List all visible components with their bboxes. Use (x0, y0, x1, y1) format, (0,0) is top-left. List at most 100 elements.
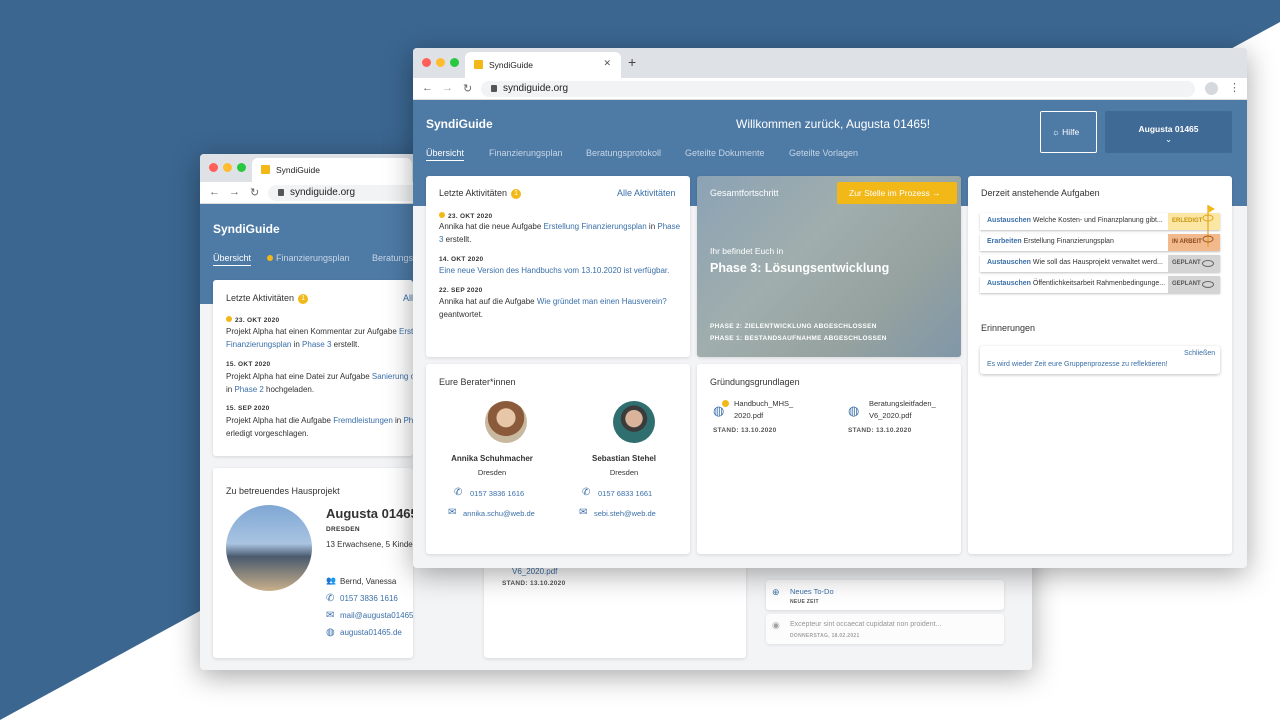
minimize-window-icon[interactable] (436, 58, 445, 67)
activity-link[interactable]: Wie gründet man einen Hausverein? (537, 297, 667, 306)
advisor-phone[interactable]: 0157 6833 1661 (598, 489, 652, 498)
nav-tab-documents[interactable]: Geteilte Dokumente (685, 148, 765, 158)
nav-tab-templates[interactable]: Geteilte Vorlagen (789, 148, 858, 158)
phone-icon: ✆ (582, 487, 591, 498)
mail-icon: ✉ (579, 507, 588, 518)
brand-logo[interactable]: SyndiGuide (213, 222, 280, 236)
card-title: Letzte Aktivitäten 1 (439, 188, 522, 199)
minimize-window-icon[interactable] (223, 163, 232, 172)
maximize-window-icon[interactable] (450, 58, 459, 67)
unread-dot-icon (226, 316, 232, 322)
all-activities-link[interactable]: All (403, 293, 413, 303)
phone-icon: ✆ (454, 487, 463, 498)
back-arrow-icon[interactable]: ← (209, 186, 220, 198)
activity-link[interactable]: Fremdleistungen (333, 416, 393, 425)
add-icon: ⊕ (772, 587, 780, 597)
nav-tab-overview[interactable]: Übersicht (213, 253, 252, 266)
task-item[interactable]: Austauschen Öffentlichkeitsarbeit Rahmen… (980, 276, 1220, 293)
activity-link[interactable]: Erstellung Finanzierungsplan (544, 222, 647, 231)
browser-tab[interactable]: SyndiGuide ✕ (465, 52, 621, 78)
task-text: Welche Kosten- und Finanzplanung gibt... (1030, 217, 1163, 224)
activity-text: Annika hat die neue Aufgabe Erstellung F… (439, 222, 681, 244)
count-badge: 1 (298, 293, 309, 304)
document-link[interactable]: Handbuch_MHS_ 2020.pdf (734, 398, 793, 422)
activity-link[interactable]: Sanierung o (372, 372, 413, 381)
project-website[interactable]: augusta01465.de (340, 628, 402, 637)
document-link[interactable]: V6_2020.pdf (512, 567, 557, 576)
reload-icon[interactable]: ↻ (250, 186, 259, 199)
task-item[interactable]: Austauschen Wie soll das Hausprojekt ver… (980, 255, 1220, 272)
activity-text: Projekt Alpha hat einen Kommentar zur Au… (226, 325, 413, 351)
advisor-email[interactable]: annika.schu@web.de (463, 509, 535, 518)
go-to-process-button[interactable]: Zur Stelle im Prozess → (837, 182, 957, 204)
globe-icon: ◍ (848, 403, 860, 418)
url-text: syndiguide.org (290, 187, 356, 198)
progress-subtitle: Ihr befindet Euch in (710, 246, 784, 256)
nav-tab-protocol[interactable]: Beratungs (372, 253, 413, 263)
task-verb: Erarbeiten (987, 238, 1022, 245)
new-tab-icon[interactable]: + (628, 54, 636, 70)
activity-link[interactable]: Pha (403, 416, 413, 425)
reminder-item: Schließen Es wird wieder Zeit eure Grupp… (980, 346, 1220, 374)
advisor-email[interactable]: sebi.steh@web.de (594, 509, 656, 518)
address-bar: ← → ↻ syndiguide.org ⋮ (413, 78, 1247, 100)
tab-title: SyndiGuide (276, 165, 320, 175)
brand-logo[interactable]: SyndiGuide (426, 117, 493, 131)
forward-arrow-icon[interactable]: → (442, 82, 453, 94)
tasks-card: Derzeit anstehende Aufgaben Austauschen … (968, 176, 1232, 554)
activity-link[interactable]: Phase 2 (234, 385, 263, 394)
url-field[interactable]: syndiguide.org (481, 81, 1195, 97)
nav-tab-finance[interactable]: Finanzierungsplan (267, 253, 350, 263)
note-icon: ◉ (772, 620, 780, 630)
unread-dot-icon (439, 212, 445, 218)
activity-text: Projekt Alpha hat die Aufgabe Fremdleist… (226, 414, 413, 440)
task-text: Öffentlichkeitsarbeit Rahmenbedingunge..… (1030, 280, 1166, 287)
favicon-icon (261, 165, 270, 174)
project-email[interactable]: mail@augusta01465.de (340, 611, 413, 620)
nav-tab-protocol[interactable]: Beratungsprotokoll (586, 148, 661, 158)
task-verb: Austauschen (987, 259, 1031, 266)
advisor-name: Annika Schuhmacher (451, 454, 533, 463)
document-link[interactable]: Beratungsleitfaden_ V6_2020.pdf (869, 398, 936, 422)
advisor-phone[interactable]: 0157 3836 1616 (470, 489, 524, 498)
close-tab-icon[interactable]: ✕ (603, 58, 611, 69)
advisors-card: Eure Berater*innen Annika Schuhmacher Dr… (426, 364, 690, 554)
activity-link[interactable]: Finanzierungsplan (226, 340, 291, 349)
project-members: Bernd, Vanessa (340, 577, 397, 586)
activity-link[interactable]: Erste (399, 327, 413, 336)
help-button[interactable]: ☼ Hilfe (1040, 111, 1097, 153)
all-activities-link[interactable]: Alle Aktivitäten (617, 188, 676, 198)
activity-date: 22. SEP 2020 (439, 287, 483, 294)
user-menu-button[interactable]: Augusta 01465 ⌄ (1105, 111, 1232, 153)
project-size: 13 Erwachsene, 5 Kinder (326, 540, 413, 549)
document-date: STAND: 13.10.2020 (713, 427, 777, 434)
back-arrow-icon[interactable]: ← (422, 82, 433, 94)
nav-tab-finance[interactable]: Finanzierungsplan (489, 148, 563, 158)
phase-done: PHASE 2: ZIELENTWICKLUNG ABGESCHLOSSEN (710, 323, 877, 330)
mail-icon: ✉ (326, 610, 335, 621)
task-item[interactable]: Erarbeiten Erstellung Finanzierungsplan I… (980, 234, 1220, 251)
documents-card: Gründungsgrundlagen ◍ Handbuch_MHS_ 2020… (697, 364, 961, 554)
nav-tab-overview[interactable]: Übersicht (426, 148, 465, 161)
document-date: STAND: 13.10.2020 (502, 580, 566, 587)
dismiss-reminder-button[interactable]: Schließen (1184, 350, 1215, 357)
url-text: syndiguide.org (503, 83, 569, 94)
task-item[interactable]: Austauschen Welche Kosten- und Finanzpla… (980, 213, 1220, 230)
todo-subtitle: NEUE ZEIT (790, 599, 819, 605)
close-window-icon[interactable] (209, 163, 218, 172)
close-window-icon[interactable] (422, 58, 431, 67)
note-item[interactable]: ◉ Excepteur sint occaecat cupidatat non … (766, 614, 1004, 644)
activity-date: 23. OKT 2020 (226, 316, 279, 324)
reload-icon[interactable]: ↻ (463, 82, 472, 95)
activity-link[interactable]: Eine neue Version des Handbuchs vom 13.1… (439, 266, 669, 275)
project-phone[interactable]: 0157 3836 1616 (340, 594, 398, 603)
kebab-menu-icon[interactable]: ⋮ (1229, 81, 1240, 94)
count-badge: 1 (511, 188, 522, 199)
profile-icon[interactable] (1205, 82, 1218, 95)
todo-item[interactable]: ⊕ Neues To-Do NEUE ZEIT (766, 580, 1004, 610)
forward-arrow-icon[interactable]: → (229, 186, 240, 198)
maximize-window-icon[interactable] (237, 163, 246, 172)
back-browser-tab[interactable]: SyndiGuide (252, 158, 412, 182)
activity-link[interactable]: Phase 3 (302, 340, 331, 349)
lightbulb-icon: ☼ (1052, 127, 1060, 137)
